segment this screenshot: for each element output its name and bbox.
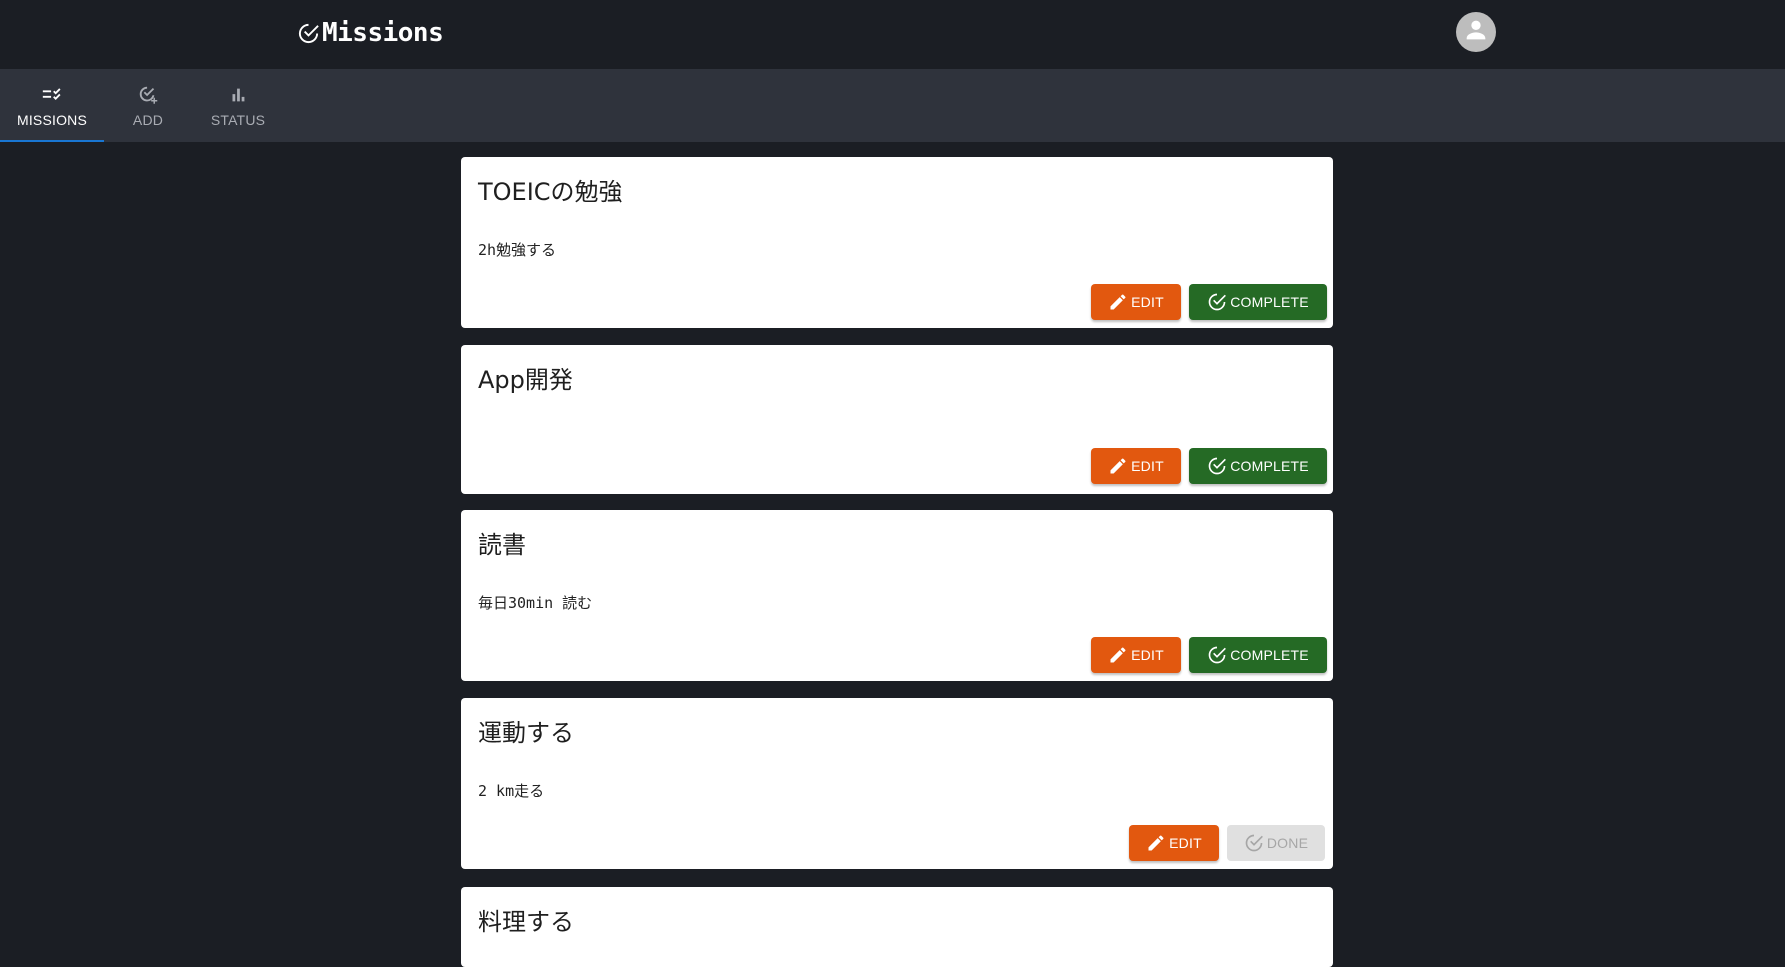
tab-missions[interactable]: MISSIONS — [0, 69, 104, 142]
edit-button[interactable]: EDIT — [1091, 637, 1181, 673]
done-button[interactable]: DONE — [1227, 825, 1325, 861]
mission-card: TOEICの勉強 2h勉強する EDIT COMPLETE — [461, 157, 1333, 328]
mission-description: 毎日30min 読む — [478, 594, 593, 612]
pencil-icon — [1108, 645, 1128, 665]
app-bar: Missions — [0, 0, 1785, 69]
check-circle-icon — [1207, 645, 1227, 665]
mission-description: 2 km走る — [478, 782, 545, 800]
tab-label: MISSIONS — [16, 111, 88, 128]
check-circle-icon — [1207, 456, 1227, 476]
pencil-icon — [1108, 292, 1128, 312]
edit-button[interactable]: EDIT — [1091, 448, 1181, 484]
mission-description: 2h勉強する — [478, 241, 557, 259]
edit-label: EDIT — [1131, 647, 1164, 663]
add-task-icon — [137, 84, 159, 112]
bar-chart-icon — [227, 84, 249, 112]
mission-card: 読書 毎日30min 読む EDIT COMPLETE — [461, 510, 1333, 681]
edit-label: EDIT — [1169, 835, 1202, 851]
complete-button[interactable]: COMPLETE — [1189, 284, 1327, 320]
complete-label: COMPLETE — [1230, 294, 1309, 310]
complete-button[interactable]: COMPLETE — [1189, 637, 1327, 673]
mission-title: TOEICの勉強 — [478, 178, 623, 206]
person-icon — [1462, 16, 1490, 49]
checklist-icon — [41, 84, 63, 112]
edit-button[interactable]: EDIT — [1091, 284, 1181, 320]
tab-label: STATUS — [210, 111, 266, 128]
mission-card: 料理する — [461, 887, 1333, 967]
mission-title: 料理する — [478, 908, 574, 936]
done-label: DONE — [1266, 835, 1309, 851]
check-circle-icon — [1207, 292, 1227, 312]
mission-card: App開発 EDIT COMPLETE — [461, 345, 1333, 494]
nav-tabs: MISSIONS ADD STATUS — [0, 69, 1785, 142]
tab-label: ADD — [132, 111, 164, 128]
app-brand[interactable]: Missions — [297, 17, 444, 49]
edit-label: EDIT — [1131, 294, 1164, 310]
tab-status[interactable]: STATUS — [198, 69, 278, 142]
active-tab-indicator — [0, 140, 104, 142]
pencil-icon — [1108, 456, 1128, 476]
mission-title: App開発 — [478, 366, 573, 394]
edit-button[interactable]: EDIT — [1129, 825, 1219, 861]
mission-title: 運動する — [478, 719, 574, 747]
tab-add[interactable]: ADD — [112, 69, 184, 142]
app-title: Missions — [322, 18, 444, 48]
mission-title: 読書 — [478, 531, 526, 559]
edit-label: EDIT — [1131, 458, 1164, 474]
avatar[interactable] — [1456, 12, 1496, 52]
check-circle-icon — [297, 22, 320, 45]
pencil-icon — [1146, 833, 1166, 853]
complete-label: COMPLETE — [1230, 458, 1309, 474]
complete-label: COMPLETE — [1230, 647, 1309, 663]
complete-button[interactable]: COMPLETE — [1189, 448, 1327, 484]
mission-card: 運動する 2 km走る EDIT DONE — [461, 698, 1333, 869]
check-circle-icon — [1244, 833, 1264, 853]
